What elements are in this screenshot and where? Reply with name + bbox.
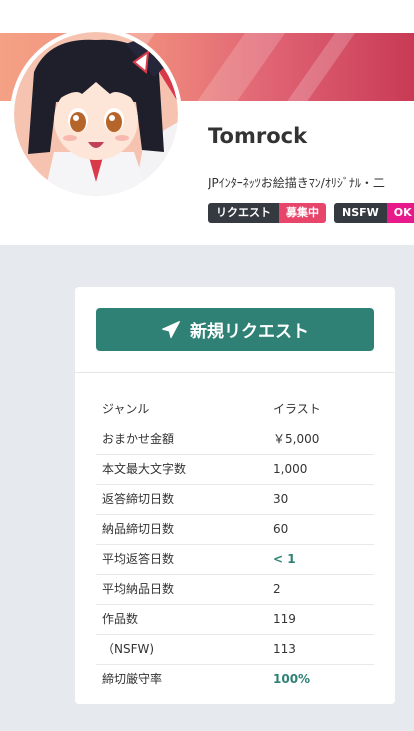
badge-value: 募集中 <box>279 203 326 223</box>
badge-value: OK <box>386 203 414 223</box>
stats-row: ジャンル イラスト <box>96 395 374 425</box>
stat-value: < 1 <box>273 552 296 566</box>
stats-row: 返答締切日数 30 <box>96 485 374 515</box>
request-card: 新規リクエスト ジャンル イラスト おまかせ金額 ￥5,000 本文最大文字数 … <box>75 287 395 704</box>
stat-label: （NSFW) <box>102 642 155 656</box>
stats-row: 平均返答日数 < 1 <box>96 545 374 575</box>
stats-row: 本文最大文字数 1,000 <box>96 455 374 485</box>
divider <box>75 372 395 373</box>
stat-label: 作品数 <box>102 612 139 626</box>
nsfw-status-badge: NSFW OK <box>334 203 414 223</box>
avatar-illustration <box>14 32 178 196</box>
stats-row: 作品数 119 <box>96 605 374 635</box>
stats-row: 締切厳守率 100% <box>96 665 374 694</box>
stat-label: 平均納品日数 <box>102 582 175 596</box>
stat-label: 締切厳守率 <box>102 672 163 686</box>
stats-row: 平均納品日数 2 <box>96 575 374 605</box>
stat-label: 納品締切日数 <box>102 522 175 536</box>
stat-label: 本文最大文字数 <box>102 462 187 476</box>
request-status-badge: リクエスト 募集中 <box>208 203 326 223</box>
badge-key: NSFW <box>334 203 387 223</box>
avatar[interactable] <box>10 28 182 200</box>
stat-label: おまかせ金額 <box>102 432 175 446</box>
stat-value: 100% <box>273 672 311 686</box>
stat-value: 60 <box>273 522 289 536</box>
stats-row: （NSFW) 113 <box>96 635 374 665</box>
stat-value: 1,000 <box>273 462 308 476</box>
stats-table: ジャンル イラスト おまかせ金額 ￥5,000 本文最大文字数 1,000 返答… <box>96 395 374 694</box>
stat-label: 平均返答日数 <box>102 552 175 566</box>
badge-key: リクエスト <box>208 203 279 223</box>
paper-plane-icon <box>162 320 180 338</box>
stat-value: 2 <box>273 582 281 596</box>
profile-header: Tomrock JPｲﾝﾀｰﾈｯﾂお絵描きﾏﾝ/ｵﾘｼﾞﾅﾙ・二 リクエスト 募… <box>0 0 414 245</box>
stats-row: おまかせ金額 ￥5,000 <box>96 425 374 455</box>
new-request-label: 新規リクエスト <box>190 322 309 342</box>
stats-row: 納品締切日数 60 <box>96 515 374 545</box>
profile-bio: JPｲﾝﾀｰﾈｯﾂお絵描きﾏﾝ/ｵﾘｼﾞﾅﾙ・二 <box>208 176 385 190</box>
stat-value: イラスト <box>273 402 321 416</box>
stat-value: 30 <box>273 492 289 506</box>
profile-name: Tomrock <box>208 124 308 148</box>
stat-label: ジャンル <box>102 402 150 416</box>
stat-value: ￥5,000 <box>273 432 320 446</box>
stat-value: 113 <box>273 642 296 656</box>
stat-value: 119 <box>273 612 296 626</box>
new-request-button[interactable]: 新規リクエスト <box>96 308 374 351</box>
stat-label: 返答締切日数 <box>102 492 175 506</box>
